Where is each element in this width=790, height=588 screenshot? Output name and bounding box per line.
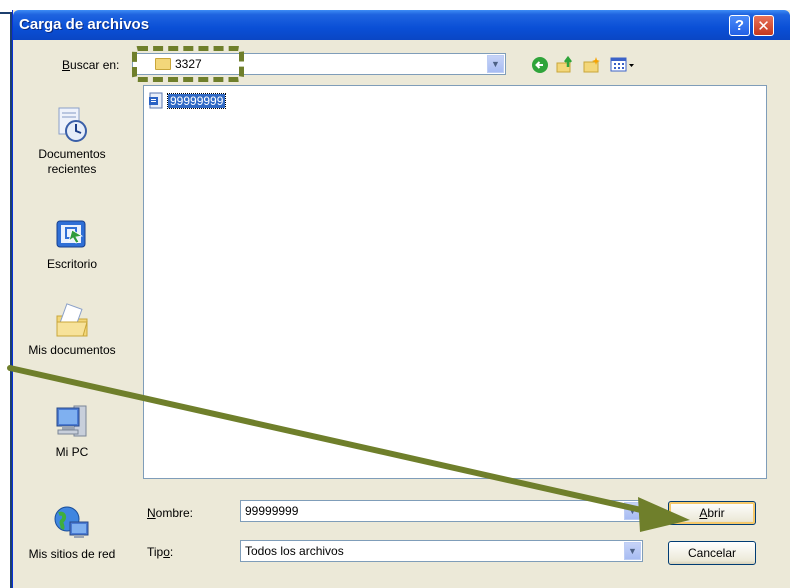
places-bar: Documentos recientes Escritorio Mis docu… — [2, 80, 142, 578]
document-icon — [149, 92, 163, 109]
back-button[interactable] — [530, 55, 550, 75]
place-my-network-places[interactable]: Mis sitios de red — [2, 504, 142, 562]
back-arrow-icon — [532, 57, 548, 73]
dialog-title: Carga de archivos — [19, 16, 150, 33]
file-name: 99999999 — [166, 93, 227, 109]
views-menu-button[interactable] — [610, 55, 638, 75]
filename-input[interactable]: 99999999 ▼ — [240, 500, 643, 522]
chevron-down-icon[interactable]: ▼ — [624, 542, 641, 560]
desktop-icon — [56, 220, 86, 248]
close-button[interactable]: ✕ — [753, 15, 774, 36]
annotation-highlight — [132, 46, 244, 82]
views-icon — [610, 57, 634, 72]
place-my-computer[interactable]: Mi PC — [2, 402, 142, 460]
file-list[interactable]: 99999999 — [143, 85, 767, 479]
chevron-down-icon[interactable]: ▼ — [487, 55, 504, 73]
lookin-label: Buscar en: — [62, 58, 120, 72]
my-computer-icon — [56, 405, 87, 437]
up-folder-icon — [556, 55, 572, 73]
filetype-label: Tipo: — [147, 545, 174, 559]
close-icon: ✕ — [757, 17, 770, 35]
place-my-documents[interactable]: Mis documentos — [2, 302, 142, 358]
new-folder-button[interactable] — [582, 55, 602, 75]
filename-value: 99999999 — [245, 504, 299, 518]
recent-documents-icon — [58, 107, 87, 142]
filetype-select[interactable]: Todos los archivos ▼ — [240, 540, 643, 562]
network-places-icon — [54, 506, 89, 538]
chevron-down-icon[interactable]: ▼ — [624, 502, 641, 520]
new-folder-icon — [583, 57, 600, 73]
up-folder-button[interactable] — [555, 55, 575, 75]
title-bar[interactable]: Carga de archivos ? ✕ — [13, 10, 790, 40]
help-icon: ? — [734, 17, 745, 34]
list-item[interactable]: 99999999 — [148, 92, 227, 110]
screen: Carga de archivos ? ✕ Buscar en: 3327 ▼ — [0, 0, 790, 588]
cancel-button[interactable]: Cancelar — [668, 541, 756, 565]
help-button[interactable]: ? — [729, 15, 750, 36]
filetype-value: Todos los archivos — [245, 544, 344, 558]
my-documents-icon — [56, 303, 88, 337]
filename-label: Nombre: — [147, 506, 194, 520]
place-desktop[interactable]: Escritorio — [2, 218, 142, 272]
open-button[interactable]: Abrir — [668, 501, 756, 525]
place-recent-documents[interactable]: Documentos recientes — [2, 106, 142, 177]
